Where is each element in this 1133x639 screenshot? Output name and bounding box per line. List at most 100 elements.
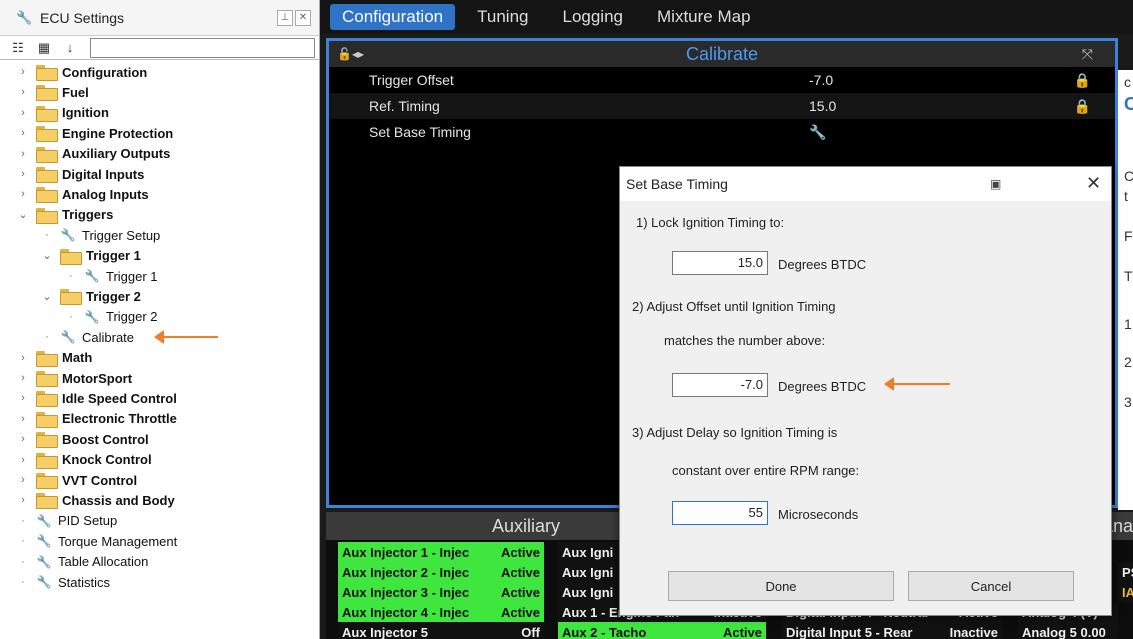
folder-icon bbox=[36, 105, 58, 122]
param-row-ref-timing[interactable]: Ref. Timing 15.0 🔒 bbox=[329, 93, 1115, 119]
categorized-icon[interactable]: ☷ bbox=[8, 39, 28, 57]
tree-item-label: Fuel bbox=[62, 84, 89, 100]
tree-item-label: Boost Control bbox=[62, 431, 149, 447]
aux-name: Aux 2 - Tacho bbox=[562, 624, 647, 639]
tree-item[interactable]: · 🔧 PID Setup bbox=[16, 511, 117, 531]
param-row-set-base-timing[interactable]: Set Base Timing 🔧 bbox=[329, 119, 1115, 145]
app-root: 🔧 ECU Settings ⊥ ✕ ☷ ▦ ↓ › Configuration ›… bbox=[0, 0, 1133, 639]
tree-item-label: Trigger 2 bbox=[86, 288, 141, 304]
chevron-icon[interactable]: › bbox=[16, 127, 30, 139]
tree-item[interactable]: › Analog Inputs bbox=[16, 184, 149, 204]
pin-icon[interactable]: ⊥ bbox=[277, 9, 293, 26]
tree-item[interactable]: · 🔧 Calibrate bbox=[40, 327, 134, 347]
tab-tuning[interactable]: Tuning bbox=[465, 4, 540, 30]
folder-icon bbox=[36, 411, 58, 428]
grid-icon[interactable]: ▦ bbox=[34, 39, 54, 57]
tree-item[interactable]: · 🔧 Table Allocation bbox=[16, 552, 148, 572]
chevron-icon[interactable]: › bbox=[16, 392, 30, 404]
param-row-trigger-offset[interactable]: Trigger Offset -7.0 🔒 bbox=[329, 67, 1115, 93]
tree-item[interactable]: › Auxiliary Outputs bbox=[16, 144, 170, 164]
chevron-icon[interactable]: › bbox=[16, 188, 30, 200]
unit1-label: Degrees BTDC bbox=[778, 257, 867, 272]
tab-logging[interactable]: Logging bbox=[550, 4, 635, 30]
tree-search-input[interactable] bbox=[90, 37, 315, 58]
param-value[interactable]: -7.0 bbox=[809, 72, 833, 88]
restore-icon[interactable]: ▣ bbox=[990, 177, 1001, 191]
tree-item[interactable]: › Configuration bbox=[16, 62, 147, 82]
delay-input[interactable]: 55 bbox=[672, 501, 768, 525]
close-icon[interactable]: ✕ bbox=[295, 9, 311, 26]
tree-item-label: Idle Speed Control bbox=[62, 390, 177, 406]
close-icon[interactable]: ✕ bbox=[1086, 173, 1101, 194]
tree-item-label: Statistics bbox=[58, 574, 111, 590]
tree-item[interactable]: · 🔧 Statistics bbox=[16, 572, 110, 592]
tree-item[interactable]: › VVT Control bbox=[16, 470, 137, 490]
tree-item[interactable]: › Electronic Throttle bbox=[16, 409, 177, 429]
sort-az-icon[interactable]: ↓ bbox=[60, 39, 80, 57]
tree-item-label: Auxiliary Outputs bbox=[62, 146, 171, 162]
offset-input[interactable]: -7.0 bbox=[672, 373, 768, 397]
tree-item-label: MotorSport bbox=[62, 370, 133, 386]
tree-item[interactable]: › Knock Control bbox=[16, 450, 152, 470]
tree-item[interactable]: › Ignition bbox=[16, 103, 109, 123]
folder-icon bbox=[36, 187, 58, 204]
param-value[interactable]: 15.0 bbox=[809, 98, 836, 114]
aux-name: Aux Injector 3 - Injec bbox=[342, 584, 470, 600]
right-panel-edge: c C C t F T 1 2 3 bbox=[1118, 70, 1133, 510]
tree-item[interactable]: › Engine Protection bbox=[16, 123, 173, 143]
tree-item[interactable]: › MotorSport bbox=[16, 368, 132, 388]
tab-configuration[interactable]: Configuration bbox=[330, 4, 456, 30]
tree-connector: · bbox=[69, 310, 73, 323]
aux-status-cell: Aux Injector 4 - Injec Active bbox=[338, 602, 544, 622]
chevron-icon[interactable]: › bbox=[16, 413, 30, 425]
lock-nav-icon[interactable]: 🔓◂▸ bbox=[337, 47, 364, 61]
tree-connector: · bbox=[21, 555, 25, 568]
chevron-icon[interactable]: › bbox=[16, 474, 30, 486]
chevron-icon[interactable]: › bbox=[16, 352, 30, 364]
tree-item[interactable]: · 🔧 Trigger 2 bbox=[64, 307, 157, 327]
folder-icon bbox=[60, 248, 82, 265]
chevron-icon[interactable]: ⌄ bbox=[16, 208, 30, 221]
tree-item[interactable]: › Chassis and Body bbox=[16, 490, 175, 510]
chevron-icon[interactable]: ⌄ bbox=[40, 249, 54, 262]
tree-item[interactable]: › Boost Control bbox=[16, 429, 149, 449]
chevron-icon[interactable]: › bbox=[16, 168, 30, 180]
lock-icon[interactable]: 🔒 bbox=[1074, 72, 1091, 89]
chevron-icon[interactable]: › bbox=[16, 494, 30, 506]
wrench-icon: 🔧 bbox=[36, 575, 52, 589]
chevron-icon[interactable]: › bbox=[16, 454, 30, 466]
tree-item[interactable]: ⌄ Triggers bbox=[16, 205, 113, 225]
tree-item[interactable]: · 🔧 Trigger Setup bbox=[40, 225, 160, 245]
tree-item[interactable]: › Math bbox=[16, 348, 92, 368]
chevron-icon[interactable]: › bbox=[16, 372, 30, 384]
lock-timing-input[interactable]: 15.0 bbox=[672, 251, 768, 275]
tree-item[interactable]: › Digital Inputs bbox=[16, 164, 144, 184]
tree-connector: · bbox=[21, 576, 25, 588]
chevron-icon[interactable]: › bbox=[16, 107, 30, 119]
folder-icon bbox=[36, 207, 58, 224]
maximize-icon[interactable]: ⤧ bbox=[1082, 46, 1093, 63]
tree-item[interactable]: ⌄ Trigger 1 bbox=[40, 246, 141, 266]
tree-item[interactable]: › Fuel bbox=[16, 82, 89, 102]
tree-item-label: Torque Management bbox=[58, 533, 178, 549]
tree-item-label: Trigger 1 bbox=[86, 248, 141, 264]
cancel-button[interactable]: Cancel bbox=[908, 571, 1074, 601]
tab-mixture-map[interactable]: Mixture Map bbox=[645, 4, 763, 30]
wrench-icon[interactable]: 🔧 bbox=[809, 124, 826, 141]
aux-state: Active bbox=[722, 624, 762, 639]
done-button[interactable]: Done bbox=[668, 571, 894, 601]
calibrate-header: 🔓◂▸ Calibrate ⤧ bbox=[329, 41, 1115, 67]
aux-status-cell: Aux Injector 1 - Injec Active bbox=[338, 542, 544, 562]
chevron-icon[interactable]: › bbox=[16, 433, 30, 445]
chevron-icon[interactable]: › bbox=[16, 66, 30, 78]
tree-item[interactable]: › Idle Speed Control bbox=[16, 388, 177, 408]
lock-icon[interactable]: 🔒 bbox=[1074, 98, 1091, 115]
chevron-icon[interactable]: › bbox=[16, 86, 30, 98]
tree-item[interactable]: ⌄ Trigger 2 bbox=[40, 286, 141, 306]
tree-item[interactable]: · 🔧 Torque Management bbox=[16, 531, 177, 551]
chevron-icon[interactable]: ⌄ bbox=[40, 290, 54, 303]
tree-item[interactable]: · 🔧 Trigger 1 bbox=[64, 266, 157, 286]
edge-char: 3 bbox=[1124, 394, 1132, 410]
chevron-icon[interactable]: › bbox=[16, 148, 30, 160]
folder-icon bbox=[36, 391, 58, 408]
